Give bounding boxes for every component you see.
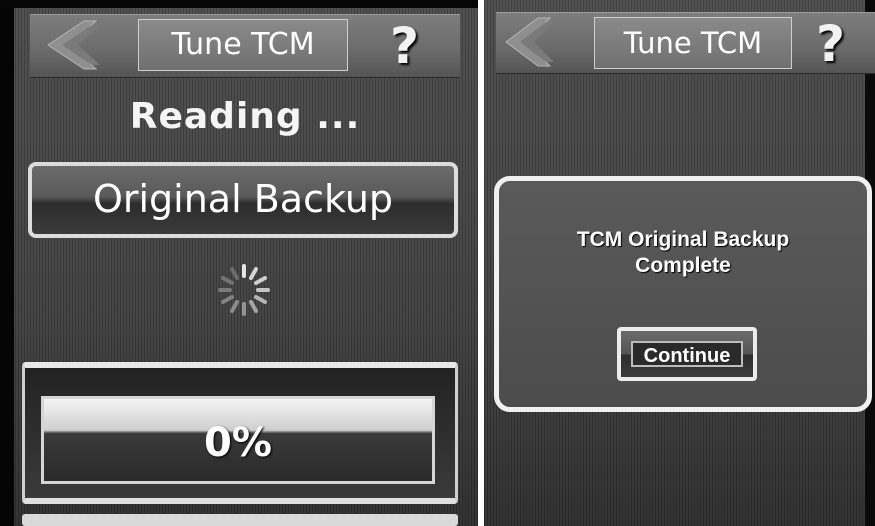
header-bar: Tune TCM ? — [30, 14, 460, 78]
progress-bar: 0% — [41, 396, 435, 484]
continue-button[interactable]: Continue — [617, 327, 757, 381]
device-bezel-top — [0, 0, 478, 8]
device-bezel — [0, 0, 14, 526]
help-icon[interactable]: ? — [816, 17, 845, 71]
loading-spinner-icon — [218, 264, 270, 316]
bottom-bar — [22, 514, 458, 526]
left-device-screen: Tune TCM ? Reading ... Original Backup 0… — [0, 0, 478, 526]
screen-title: Tune TCM — [594, 17, 792, 69]
progress-panel: 0% — [22, 362, 458, 504]
right-device-screen: Tune TCM ? TCM Original Backup Complete … — [484, 0, 875, 526]
completion-dialog: TCM Original Backup Complete Continue — [494, 176, 872, 412]
status-text: Reading ... — [129, 96, 361, 137]
progress-percent: 0% — [204, 420, 272, 466]
header-bar: Tune TCM ? — [496, 12, 875, 74]
help-icon[interactable]: ? — [390, 19, 419, 73]
screen-title: Tune TCM — [138, 19, 348, 71]
dialog-message-line2: Complete — [635, 254, 731, 277]
back-arrow-icon[interactable] — [500, 14, 590, 70]
dialog-message: TCM Original Backup Complete — [499, 227, 867, 279]
continue-button-label: Continue — [631, 341, 743, 367]
back-arrow-icon[interactable] — [40, 17, 150, 73]
dialog-message-line1: TCM Original Backup — [576, 228, 790, 251]
original-backup-button[interactable]: Original Backup — [28, 162, 458, 238]
